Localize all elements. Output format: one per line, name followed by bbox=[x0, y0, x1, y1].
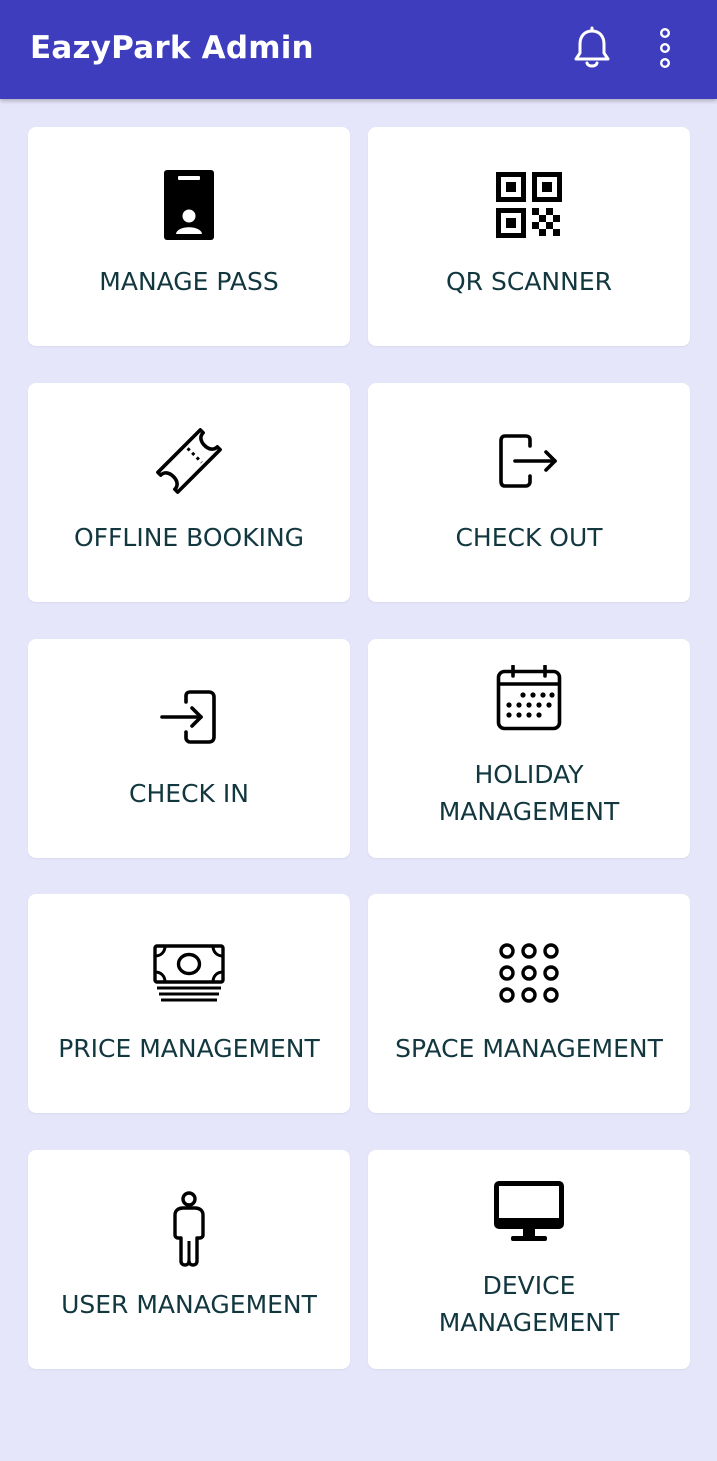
tile-price-management[interactable]: PRICE MANAGEMENT bbox=[28, 894, 350, 1113]
person-icon bbox=[171, 1191, 207, 1267]
bell-icon bbox=[574, 26, 610, 68]
tile-offline-booking[interactable]: OFFLINE BOOKING bbox=[28, 383, 350, 602]
tile-check-in[interactable]: CHECK IN bbox=[28, 639, 350, 858]
tile-qr-scanner[interactable]: QR SCANNER bbox=[368, 127, 690, 346]
tile-device-management[interactable]: DEVICE MANAGEMENT bbox=[368, 1150, 690, 1369]
tile-holiday-management[interactable]: HOLIDAY MANAGEMENT bbox=[368, 639, 690, 858]
ticket-icon bbox=[153, 425, 225, 497]
tile-label: OFFLINE BOOKING bbox=[73, 523, 305, 552]
id-badge-icon bbox=[163, 169, 215, 241]
tile-label: PRICE MANAGEMENT bbox=[58, 1034, 320, 1063]
calendar-icon bbox=[496, 665, 562, 731]
tile-label: HOLIDAY MANAGEMENT bbox=[438, 760, 620, 826]
tile-check-out[interactable]: CHECK OUT bbox=[368, 383, 690, 602]
tile-label: DEVICE MANAGEMENT bbox=[438, 1271, 620, 1337]
money-icon bbox=[153, 944, 225, 1002]
tile-space-management[interactable]: SPACE MANAGEMENT bbox=[368, 894, 690, 1113]
tile-label: QR SCANNER bbox=[446, 267, 612, 296]
qr-code-icon bbox=[496, 172, 562, 238]
tile-manage-pass[interactable]: MANAGE PASS bbox=[28, 127, 350, 346]
tile-user-management[interactable]: USER MANAGEMENT bbox=[28, 1150, 350, 1369]
grid-dots-icon bbox=[498, 942, 560, 1004]
tile-label: MANAGE PASS bbox=[99, 267, 279, 296]
tile-label: SPACE MANAGEMENT bbox=[395, 1034, 663, 1063]
more-options-button[interactable] bbox=[637, 20, 693, 76]
monitor-icon bbox=[493, 1180, 565, 1242]
tile-label: USER MANAGEMENT bbox=[61, 1290, 317, 1319]
notifications-button[interactable] bbox=[564, 20, 620, 76]
tile-label: CHECK IN bbox=[129, 779, 249, 808]
app-title: EazyPark Admin bbox=[30, 30, 314, 66]
more-vert-icon bbox=[659, 28, 670, 69]
app-bar: EazyPark Admin bbox=[0, 0, 717, 99]
logout-icon bbox=[497, 433, 561, 489]
tile-label: CHECK OUT bbox=[455, 523, 603, 552]
login-icon bbox=[159, 689, 219, 745]
